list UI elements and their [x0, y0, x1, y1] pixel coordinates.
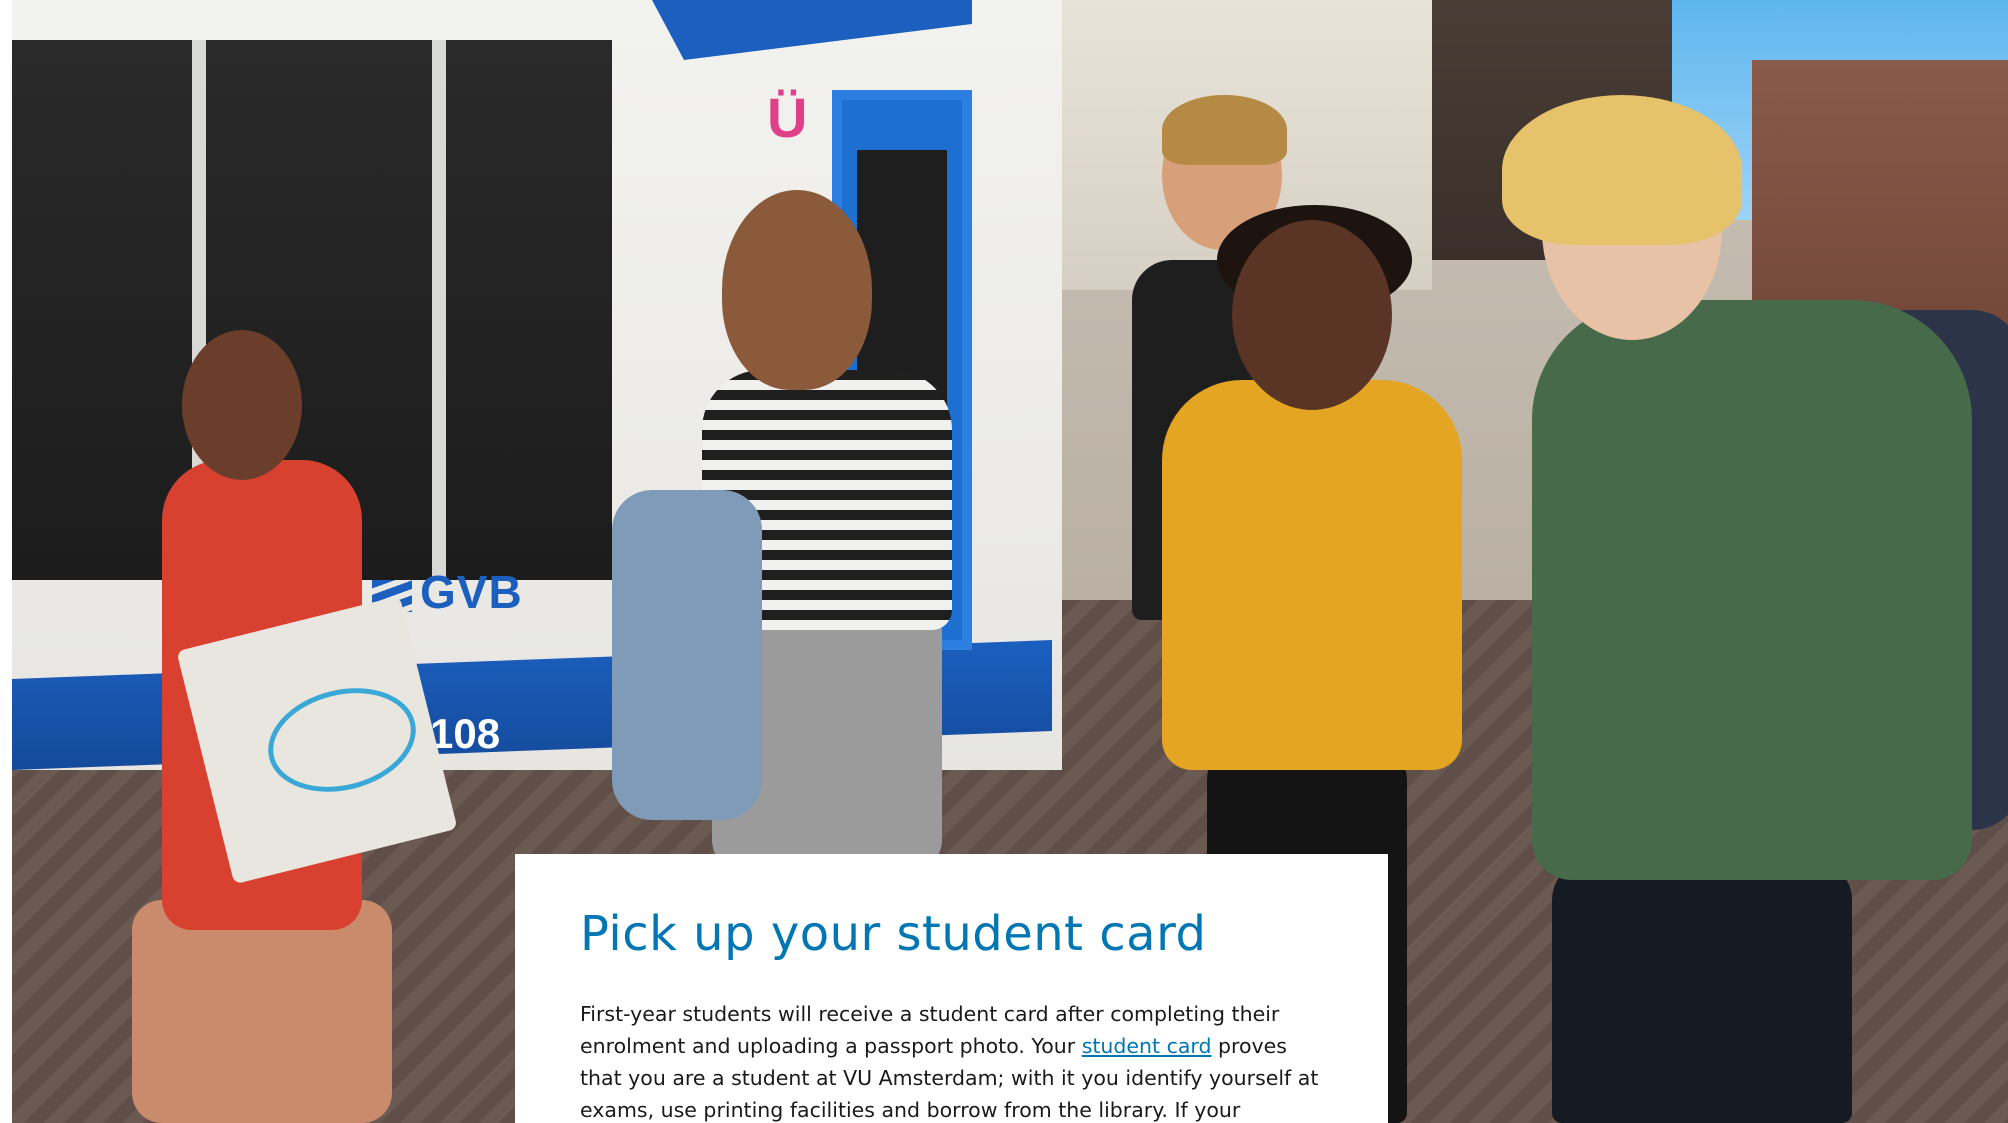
hero-shop-sign: Ü [767, 86, 808, 149]
person-green-legs [1552, 860, 1852, 1123]
hero-tram-logo-text: GVB [420, 566, 523, 618]
person-green-hair [1502, 95, 1742, 245]
card-body-text: First-year students will receive a stude… [580, 998, 1324, 1123]
person-striped-head [722, 190, 872, 390]
page: GVB 108 Ü Pick up your student card Firs… [0, 0, 2008, 1123]
person-red-dress-legs [132, 900, 392, 1123]
card-title: Pick up your student card [580, 906, 1207, 962]
person-yellow-body [1162, 380, 1462, 770]
person-yellow-head [1232, 220, 1392, 410]
content-card: Pick up your student card First-year stu… [515, 854, 1388, 1123]
person-green-body [1532, 300, 1972, 880]
hero-tram-window-divider [432, 40, 446, 580]
denim-jacket [612, 490, 762, 820]
person-tall-hair [1162, 95, 1287, 165]
person-red-dress-head [182, 330, 302, 480]
hero-tram-number: 108 [430, 710, 501, 757]
student-card-link[interactable]: student card [1082, 1034, 1212, 1058]
